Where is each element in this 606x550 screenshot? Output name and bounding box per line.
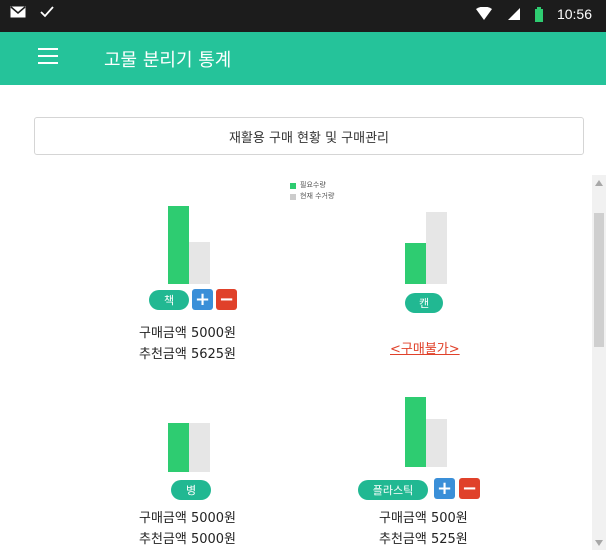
- app-bar: 고물 분리기 통계: [0, 32, 606, 85]
- price-book: 구매금액 5000원: [139, 326, 237, 341]
- chart-plastic: [405, 377, 449, 467]
- bar-current: [189, 241, 210, 284]
- bar-current: [426, 419, 447, 467]
- bar-need: [168, 422, 189, 472]
- increase-button[interactable]: +: [192, 289, 213, 310]
- bar-current: [189, 422, 210, 472]
- legend-need-swatch: [290, 182, 296, 189]
- legend-need-label: 필요수량: [300, 181, 326, 189]
- legend-current: 현재 수거량: [290, 191, 334, 202]
- recommend-book: 추천금액 5625원: [139, 347, 237, 362]
- scrollbar-thumb[interactable]: [594, 213, 604, 347]
- bar-need: [405, 396, 426, 467]
- status-bar: 10:56: [0, 0, 606, 32]
- chart-can: [405, 194, 449, 284]
- item-label-bottle: 병: [171, 480, 211, 500]
- section-header-text: 재활용 구매 현황 및 구매관리: [228, 130, 390, 146]
- decrease-button[interactable]: −: [216, 289, 237, 310]
- chart-book: [168, 194, 212, 284]
- wifi-icon: [475, 7, 492, 20]
- recommend-plastic: 추천금액 525원: [379, 532, 468, 547]
- increase-button[interactable]: +: [434, 478, 455, 499]
- legend-need: 필요수량: [290, 180, 334, 191]
- recommend-bottle: 추천금액 5000원: [139, 532, 237, 547]
- item-label-can: 캔: [405, 293, 443, 313]
- item-label-book: 책: [149, 290, 189, 310]
- decrease-button[interactable]: −: [459, 478, 480, 499]
- section-header: 재활용 구매 현황 및 구매관리: [34, 117, 584, 155]
- menu-icon[interactable]: [38, 48, 58, 66]
- item-name: 병: [185, 484, 197, 497]
- clock-time: 10:56: [556, 6, 592, 22]
- item-label-plastic: 플라스틱: [358, 480, 428, 500]
- bar-need: [168, 205, 189, 284]
- scroll-up-icon[interactable]: [595, 180, 603, 186]
- price-plastic: 구매금액 500원: [379, 511, 468, 526]
- price-bottle: 구매금액 5000원: [139, 511, 237, 526]
- scrollbar[interactable]: [592, 175, 606, 550]
- legend-current-label: 현재 수거량: [300, 192, 335, 200]
- battery-icon: [534, 6, 543, 22]
- unavailable-link[interactable]: <구매불가>: [390, 338, 460, 357]
- scroll-down-icon[interactable]: [595, 540, 603, 546]
- item-name: 캔: [418, 297, 430, 310]
- bar-need: [405, 242, 426, 284]
- bar-current: [426, 212, 447, 284]
- cell-signal-icon: [507, 8, 520, 20]
- chart-legend: 필요수량 현재 수거량: [290, 180, 334, 202]
- mail-icon: [10, 6, 26, 18]
- page-title: 고물 분리기 통계: [104, 50, 232, 71]
- legend-current-swatch: [290, 193, 296, 200]
- item-name: 책: [163, 294, 175, 307]
- check-icon: [40, 6, 54, 18]
- item-name: 플라스틱: [372, 484, 414, 497]
- chart-bottle: [168, 382, 212, 472]
